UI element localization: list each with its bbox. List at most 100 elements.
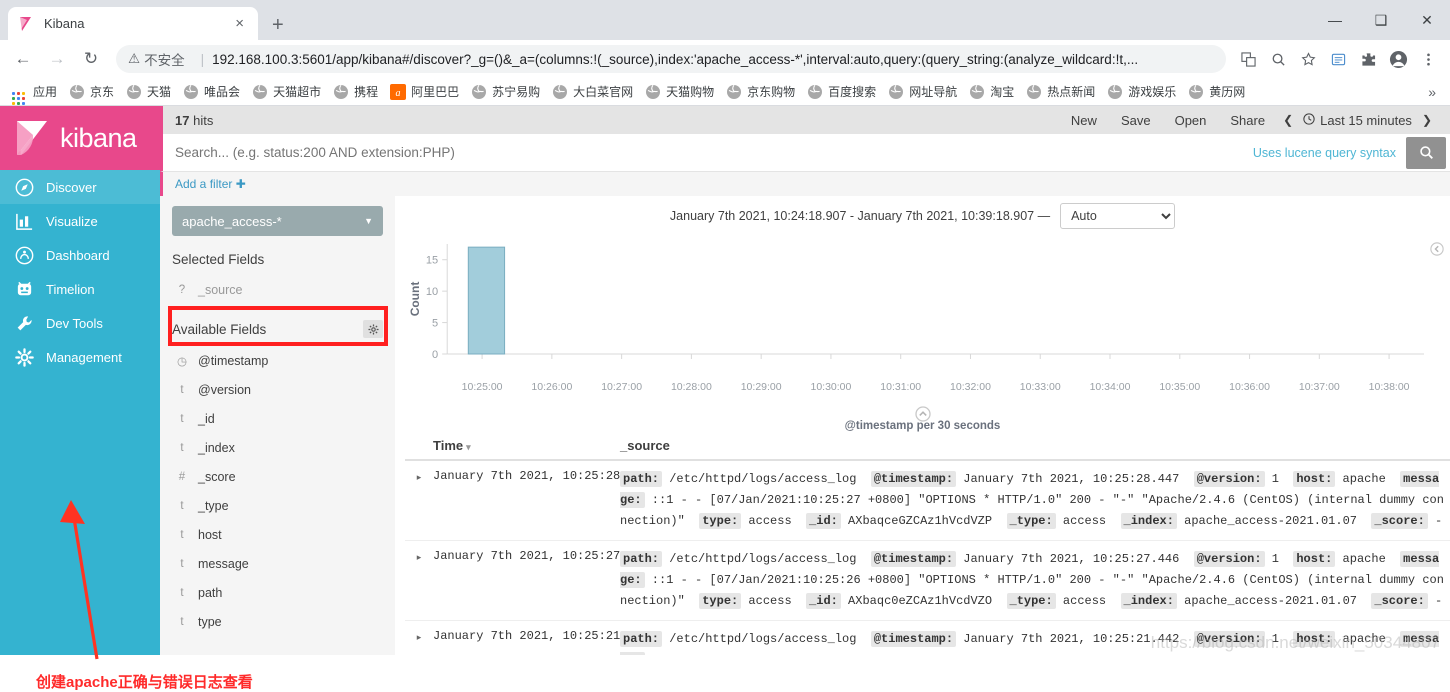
bookmark-item[interactable]: 大白菜官网 xyxy=(546,80,639,104)
bookmark-label: 携程 xyxy=(354,85,379,99)
translate-icon[interactable] xyxy=(1234,45,1262,73)
bookmark-item[interactable]: 热点新闻 xyxy=(1020,80,1101,104)
bookmark-item[interactable]: 网址导航 xyxy=(882,80,963,104)
field-type-icon: ? xyxy=(178,283,186,296)
field-item-source[interactable]: ? _source xyxy=(172,275,383,304)
field-item-message[interactable]: t message xyxy=(172,549,383,578)
field-name: path xyxy=(198,585,223,600)
bookmark-item[interactable]: 游戏娱乐 xyxy=(1101,80,1182,104)
field-item-type[interactable]: t _type xyxy=(172,491,383,520)
field-item-type[interactable]: t type xyxy=(172,607,383,636)
compass-icon xyxy=(12,175,36,199)
bookmark-item[interactable]: 淘宝 xyxy=(963,80,1020,104)
browser-tab[interactable]: Kibana × xyxy=(8,7,258,40)
new-button[interactable]: New xyxy=(1059,113,1109,128)
gear-icon[interactable] xyxy=(363,320,383,338)
window-maximize-button[interactable]: ❑ xyxy=(1358,0,1404,40)
window-minimize-button[interactable]: — xyxy=(1312,0,1358,40)
reader-mode-icon[interactable] xyxy=(1324,45,1352,73)
source-field-key: @timestamp: xyxy=(870,631,957,647)
bookmark-star-icon[interactable] xyxy=(1294,45,1322,73)
field-item-path[interactable]: t path xyxy=(172,578,383,607)
histogram-svg[interactable]: 0 5 10 15 Count xyxy=(405,236,1430,376)
sidebar-item-visualize[interactable]: Visualize xyxy=(0,204,160,238)
source-field-value: - xyxy=(1427,514,1443,528)
discover-topbar: 17 hits New Save Open Share ❮ Last 15 mi… xyxy=(160,106,1450,134)
source-field-value: January 7th 2021, 10:25:28.447 xyxy=(956,472,1194,486)
sort-caret-icon[interactable]: ▾ xyxy=(466,442,471,452)
kibana-global-nav: kibana Discover Visualize Dashboard Timelio… xyxy=(0,106,160,660)
source-field-value: AXbaqceGZCAz1hVcdVZP xyxy=(840,514,1007,528)
bookmark-item[interactable]: 苏宁易购 xyxy=(465,80,546,104)
open-button[interactable]: Open xyxy=(1163,113,1219,128)
not-secure-label: 不安全 xyxy=(144,53,185,68)
extensions-icon[interactable] xyxy=(1354,45,1382,73)
expand-row-icon[interactable]: ▸ xyxy=(405,629,433,655)
sidebar-item-discover[interactable]: Discover xyxy=(0,170,160,204)
bookmarks-overflow-button[interactable]: » xyxy=(1420,84,1444,100)
forward-button[interactable]: → xyxy=(42,44,72,74)
table-row[interactable]: ▸ January 7th 2021, 10:25:21.442 path: /et… xyxy=(405,621,1450,655)
bookmark-item[interactable]: 天猫购物 xyxy=(639,80,720,104)
sidebar-item-dashboard[interactable]: Dashboard xyxy=(0,238,160,272)
bookmark-item[interactable]: 携程 xyxy=(327,80,384,104)
field-item-host[interactable]: t host xyxy=(172,520,383,549)
bookmark-item[interactable]: 京东 xyxy=(63,80,120,104)
browser-menu-icon[interactable] xyxy=(1414,45,1442,73)
bookmark-item[interactable]: 应用 xyxy=(6,80,63,105)
share-button[interactable]: Share xyxy=(1218,113,1277,128)
tab-close-icon[interactable]: × xyxy=(231,14,248,33)
expand-row-icon[interactable]: ▸ xyxy=(405,549,433,612)
field-item-timestamp[interactable]: ◷ @timestamp xyxy=(172,346,383,375)
expand-row-icon[interactable]: ▸ xyxy=(405,469,433,532)
dashboard-icon xyxy=(12,243,36,267)
back-button[interactable]: ← xyxy=(8,44,38,74)
not-secure-indicator[interactable]: ⚠ 不安全 xyxy=(128,49,185,69)
sidebar-item-timelion[interactable]: Timelion xyxy=(0,272,160,306)
documents-table: Time ▾ _source ▸ January 7th 2021, 10:25:2… xyxy=(395,432,1450,655)
bookmark-item[interactable]: 天猫超市 xyxy=(246,80,327,104)
search-input[interactable] xyxy=(163,134,1243,171)
bookmark-item[interactable]: 天猫 xyxy=(120,80,177,104)
field-name: @timestamp xyxy=(198,353,269,368)
field-item-version[interactable]: t @version xyxy=(172,375,383,404)
sidebar-item-management[interactable]: Management xyxy=(0,340,160,374)
collapse-left-icon[interactable] xyxy=(1430,242,1444,259)
time-picker-button[interactable]: Last 15 minutes xyxy=(1299,113,1416,128)
sidebar-item-dev-tools[interactable]: Dev Tools xyxy=(0,306,160,340)
gear-icon xyxy=(12,345,36,369)
source-field-key: _index: xyxy=(1120,513,1177,529)
filter-bar: Add a filter ✚ xyxy=(160,172,1450,196)
profile-avatar-icon[interactable] xyxy=(1384,45,1412,73)
search-icon[interactable] xyxy=(1264,45,1292,73)
field-item-score[interactable]: # _score xyxy=(172,462,383,491)
column-header-time[interactable]: Time ▾ xyxy=(405,438,620,453)
window-close-button[interactable]: ✕ xyxy=(1404,0,1450,40)
new-tab-button[interactable]: + xyxy=(272,15,284,35)
bookmark-label: 京东购物 xyxy=(747,85,796,99)
bookmark-item[interactable]: 京东购物 xyxy=(720,80,801,104)
interval-select[interactable]: AutoMillisecondSecondMinuteHourlyDailyWe… xyxy=(1060,203,1176,229)
kibana-logo-icon xyxy=(14,119,52,157)
time-next-button[interactable]: ❯ xyxy=(1416,113,1438,127)
address-bar[interactable]: ⚠ 不安全 | 192.168.100.3:5601/app/kibana#/d… xyxy=(116,45,1226,73)
x-tick-label: 10:31:00 xyxy=(880,381,922,393)
table-row[interactable]: ▸ January 7th 2021, 10:25:28.447 path: /et… xyxy=(405,461,1450,541)
bookmark-item[interactable]: 唯品会 xyxy=(177,80,246,104)
field-item-index[interactable]: t _index xyxy=(172,433,383,462)
index-pattern-select[interactable]: apache_access-* ▼ xyxy=(172,206,383,236)
field-item-id[interactable]: t _id xyxy=(172,404,383,433)
lucene-syntax-link[interactable]: Uses lucene query syntax xyxy=(1243,146,1406,160)
bookmark-item[interactable]: a 阿里巴巴 xyxy=(384,80,465,104)
bookmark-item[interactable]: 黄历网 xyxy=(1182,80,1251,104)
bookmark-item[interactable]: 百度搜索 xyxy=(801,80,882,104)
add-filter-button[interactable]: Add a filter ✚ xyxy=(175,177,246,191)
svg-text:5: 5 xyxy=(432,318,438,330)
kibana-logo[interactable]: kibana xyxy=(0,106,160,170)
search-submit-button[interactable] xyxy=(1406,136,1446,169)
time-prev-button[interactable]: ❮ xyxy=(1277,113,1299,127)
table-row[interactable]: ▸ January 7th 2021, 10:25:27.446 path: /et… xyxy=(405,541,1450,621)
save-button[interactable]: Save xyxy=(1109,113,1163,128)
globe-icon xyxy=(252,84,268,100)
reload-button[interactable]: ↻ xyxy=(76,44,106,74)
